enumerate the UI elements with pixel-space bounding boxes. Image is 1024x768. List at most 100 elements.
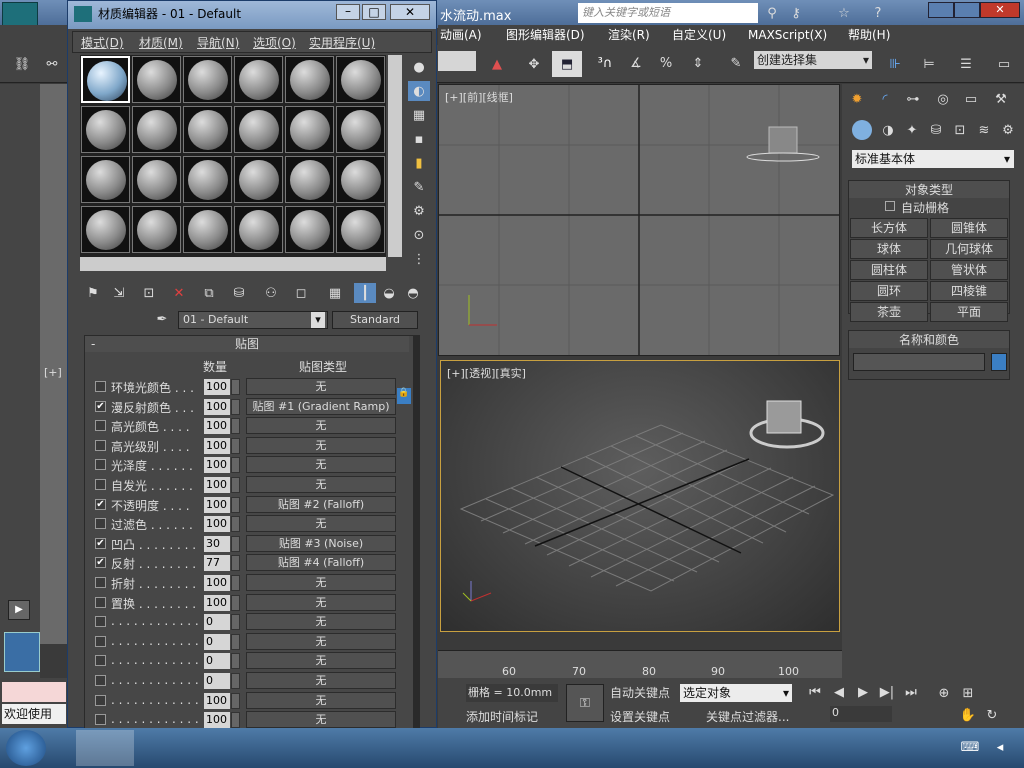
go-end-icon[interactable]: ⏭	[902, 684, 920, 700]
layer-manager-icon[interactable]: ☰	[952, 51, 980, 77]
map-amount-spinner[interactable]	[231, 496, 240, 513]
background-icon[interactable]: ▦	[408, 105, 430, 125]
map-amount-spinner[interactable]	[231, 535, 240, 552]
volume-icon[interactable]: ◂	[990, 738, 1010, 756]
map-amount-field[interactable]: 100	[204, 418, 230, 435]
torus-button[interactable]: 圆环	[850, 281, 928, 301]
teapot-button[interactable]: 茶壶	[850, 302, 928, 322]
ribbon-icon[interactable]: ▭	[988, 51, 1020, 77]
sample-type-icon[interactable]: ●	[408, 57, 430, 77]
map-amount-spinner[interactable]	[231, 555, 240, 572]
minimize-button[interactable]	[928, 2, 954, 18]
add-time-tag[interactable]: 添加时间标记	[466, 708, 538, 725]
map-amount-field[interactable]: 100	[204, 437, 230, 454]
selected-dropdown[interactable]: 选定对象 ▾	[680, 684, 792, 702]
plane-button[interactable]: 平面	[930, 302, 1008, 322]
lights-icon[interactable]: ✦	[902, 120, 922, 140]
mat-maximize-button[interactable]: □	[362, 4, 386, 20]
map-amount-field[interactable]: 77	[204, 555, 230, 572]
key-filter-button[interactable]: 关键点过滤器...	[706, 708, 789, 725]
spacewarps-icon[interactable]: ≋	[974, 120, 994, 140]
key-mode-icon[interactable]: ⚿	[566, 684, 604, 722]
binoculars-icon[interactable]: ⚲	[762, 4, 782, 22]
map-slot-button[interactable]: 无	[246, 613, 396, 631]
snap-3-icon[interactable]: ³∩	[590, 49, 620, 77]
put-to-library-icon[interactable]: ⛁	[228, 283, 250, 303]
map-amount-field[interactable]: 0	[204, 653, 230, 670]
search-input[interactable]: 键入关键字或短语	[578, 3, 758, 23]
map-slot-button[interactable]: 无	[246, 652, 396, 670]
mat-menu-utilities[interactable]: 实用程序(U)	[309, 34, 375, 51]
utilities-tab-icon[interactable]: ⚒	[990, 88, 1012, 110]
current-frame-field[interactable]: 0	[830, 706, 892, 722]
options-icon[interactable]: ⚙	[408, 201, 430, 221]
sample-slot[interactable]	[183, 206, 232, 253]
sample-slot[interactable]	[285, 156, 334, 203]
sample-uv-tiling-icon[interactable]: ▪	[408, 129, 430, 149]
map-amount-spinner[interactable]	[231, 633, 240, 650]
map-amount-field[interactable]: 0	[204, 614, 230, 631]
close-button[interactable]: ✕	[980, 2, 1020, 18]
mat-menu-options[interactable]: 选项(O)	[253, 34, 296, 51]
keyboard-icon[interactable]: ⌨	[960, 738, 980, 756]
map-enable-checkbox[interactable]: ✔	[95, 557, 106, 569]
video-color-check-icon[interactable]: ▮	[408, 153, 430, 173]
go-sibling-icon[interactable]: ◒	[378, 283, 400, 303]
sample-slot[interactable]	[336, 156, 385, 203]
map-amount-field[interactable]: 100	[204, 575, 230, 591]
auto-grid-checkbox[interactable]	[885, 201, 895, 211]
menu-customize[interactable]: 自定义(U)	[672, 25, 726, 45]
map-slot-button[interactable]: 无	[246, 456, 396, 474]
sample-slot[interactable]	[234, 56, 283, 103]
auto-key-button[interactable]: 自动关键点	[610, 684, 670, 701]
viewport-front[interactable]: [+][前][线框]	[438, 84, 840, 356]
sample-slot[interactable]	[81, 206, 130, 253]
motion-tab-icon[interactable]: ◎	[932, 88, 954, 110]
cone-button[interactable]: 圆锥体	[930, 218, 1008, 238]
pick-from-object-icon[interactable]: ◓	[402, 283, 424, 303]
named-selection-dropdown[interactable]: 创建选择集 ▾	[754, 51, 872, 69]
mat-menu-mode[interactable]: 模式(D)	[81, 34, 124, 51]
map-slot-button[interactable]: 无	[246, 632, 396, 650]
get-material-icon[interactable]: ⚑	[82, 283, 104, 303]
modify-tab-icon[interactable]: ◜	[874, 88, 896, 110]
menu-animation[interactable]: 动画(A)	[440, 25, 482, 45]
sample-slot[interactable]	[132, 206, 181, 253]
map-amount-spinner[interactable]	[231, 418, 240, 435]
map-amount-spinner[interactable]	[231, 437, 240, 454]
map-slot-button[interactable]: 贴图 #4 (Falloff)	[246, 554, 396, 572]
map-amount-field[interactable]: 0	[204, 673, 230, 689]
map-slot-button[interactable]: 无	[246, 593, 396, 611]
map-enable-checkbox[interactable]: ✔	[95, 400, 106, 412]
map-amount-spinner[interactable]	[231, 653, 240, 670]
sample-slot[interactable]	[183, 56, 232, 103]
category-dropdown[interactable]: 标准基本体 ▾	[852, 150, 1014, 168]
set-key-button[interactable]: 设置关键点	[610, 708, 670, 725]
sample-slot[interactable]	[183, 106, 232, 153]
map-slot-button[interactable]: 无	[246, 378, 396, 395]
menu-rendering[interactable]: 渲染(R)	[608, 25, 650, 45]
create-tab-icon[interactable]: ✹	[846, 88, 868, 110]
map-slot-button[interactable]: 无	[246, 417, 396, 435]
map-enable-checkbox[interactable]	[95, 694, 106, 706]
go-parent-icon[interactable]: ┃	[354, 283, 376, 303]
star-icon[interactable]: ☆	[834, 4, 854, 22]
map-enable-checkbox[interactable]	[95, 675, 106, 686]
map-enable-checkbox[interactable]: ✔	[95, 498, 106, 510]
map-amount-spinner[interactable]	[231, 692, 240, 709]
material-id-icon[interactable]: ⚇	[260, 283, 282, 303]
map-enable-checkbox[interactable]	[95, 596, 106, 608]
app-logo-icon[interactable]	[2, 2, 38, 26]
map-amount-field[interactable]: 100	[204, 398, 230, 415]
material-type-button[interactable]: Standard	[332, 311, 418, 329]
object-type-title[interactable]: 对象类型	[849, 181, 1009, 198]
sample-slot[interactable]	[336, 56, 385, 103]
sample-slot[interactable]	[285, 106, 334, 153]
geometry-icon[interactable]	[852, 120, 872, 140]
helpers-icon[interactable]: ⊡	[950, 120, 970, 140]
map-slot-button[interactable]: 无	[246, 711, 396, 729]
map-amount-spinner[interactable]	[231, 516, 240, 533]
pyramid-button[interactable]: 四棱锥	[930, 281, 1008, 301]
go-start-icon[interactable]: ⏮	[806, 684, 824, 700]
map-enable-checkbox[interactable]	[95, 616, 106, 628]
